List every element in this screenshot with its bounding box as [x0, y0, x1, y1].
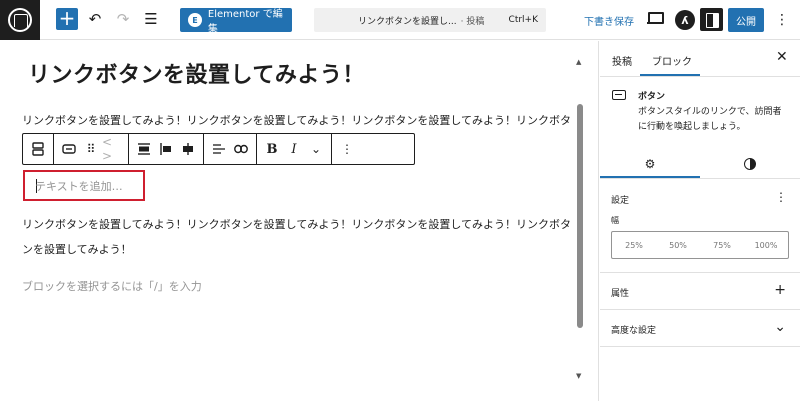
paragraph-block[interactable]: リンクボタンを設置してみよう！リンクボタンを設置してみよう！リンクボタンを設置し…	[22, 108, 572, 133]
jetpack-icon[interactable]: ʎ	[675, 10, 695, 30]
block-card-title: ボタン	[638, 92, 666, 102]
block-card-description: ボタンスタイルのリンクで、訪問者に行動を喚起しましょう。	[638, 107, 782, 132]
elementor-edit-label: Elementor で編集	[207, 9, 283, 35]
chevron-down-icon: ⌄	[774, 319, 786, 335]
tab-block[interactable]: ブロック	[652, 53, 692, 68]
active-tab-indicator	[640, 74, 700, 76]
link-icon[interactable]	[230, 138, 252, 160]
align-center-icon[interactable]	[133, 138, 155, 160]
width-option-50[interactable]: 50%	[656, 232, 700, 258]
width-option-75[interactable]: 75%	[700, 232, 744, 258]
width-toggle-group: 25% 50% 75% 100%	[611, 231, 789, 259]
italic-label: I	[291, 141, 297, 157]
drag-handle-icon[interactable]: ⠿	[80, 138, 102, 160]
plus-icon: +	[774, 282, 786, 298]
command-palette-bar[interactable]: リンクボタンを設置し... · 投稿 Ctrl+K	[314, 8, 546, 32]
move-arrows-icon[interactable]: < >	[102, 135, 124, 163]
list-view-icon[interactable]: ☰	[141, 9, 161, 29]
block-appender-hint[interactable]: ブロックを選択するには「/」を入力	[22, 278, 202, 294]
editor-canvas: リンクボタンを設置してみよう！ リンクボタンを設置してみよう！リンクボタンを設置…	[0, 41, 599, 401]
editor-topbar: + ↶ ↷ ☰ E Elementor で編集 リンクボタンを設置し... · …	[0, 0, 800, 40]
bold-label: B	[266, 141, 278, 157]
command-bar-type: · 投稿	[460, 16, 485, 27]
elementor-edit-button[interactable]: E Elementor で編集	[180, 8, 292, 35]
post-title[interactable]: リンクボタンを設置してみよう！	[28, 57, 365, 89]
site-logo-icon[interactable]	[0, 0, 40, 40]
toolbar-group-align	[129, 134, 204, 164]
width-label: 幅	[611, 216, 619, 225]
scrollbar-thumb[interactable]	[577, 104, 583, 328]
tab-styles[interactable]	[700, 148, 800, 179]
settings-panel-title: 設定	[611, 196, 630, 206]
tab-post[interactable]: 投稿	[612, 53, 632, 68]
tab-settings[interactable]: ⚙	[600, 148, 700, 179]
attributes-label: 属性	[611, 289, 630, 299]
add-block-button[interactable]: +	[56, 8, 78, 30]
more-formats-chevron-icon[interactable]: ⌄	[305, 138, 327, 160]
sidebar-tabs: 投稿 ブロック ✕	[600, 41, 800, 77]
advanced-panel-toggle[interactable]: 高度な設定 ⌄	[600, 310, 800, 347]
active-subtab-indicator	[600, 176, 700, 178]
undo-icon[interactable]: ↶	[85, 9, 105, 29]
attributes-panel-toggle[interactable]: 属性 +	[600, 273, 800, 310]
scroll-up-icon[interactable]: ▲	[576, 58, 581, 66]
button-placeholder: テキストを追加…	[35, 180, 123, 193]
elementor-icon: E	[188, 13, 202, 27]
scroll-down-icon[interactable]: ▼	[576, 372, 581, 380]
gear-icon: ⚙	[644, 156, 656, 171]
close-sidebar-icon[interactable]: ✕	[776, 49, 788, 65]
toolbar-group-parent	[23, 134, 54, 164]
italic-button[interactable]: I	[283, 138, 305, 160]
styles-contrast-icon	[744, 157, 756, 170]
width-option-25[interactable]: 25%	[612, 232, 656, 258]
justify-center-icon[interactable]	[177, 138, 199, 160]
width-option-100[interactable]: 100%	[744, 232, 788, 258]
toolbar-group-options: ⋮	[332, 134, 362, 164]
save-draft-button[interactable]: 下書き保存	[584, 13, 634, 28]
button-block-icon[interactable]	[58, 138, 80, 160]
toolbar-group-block: ⠿ < >	[54, 134, 129, 164]
settings-more-icon[interactable]: ⋮	[775, 190, 787, 204]
redo-icon[interactable]: ↷	[113, 9, 133, 29]
settings-panel: 設定 ⋮ 幅 25% 50% 75% 100%	[600, 180, 800, 273]
paragraph-block[interactable]: リンクボタンを設置してみよう！リンクボタンを設置してみよう！リンクボタンを設置し…	[22, 212, 572, 262]
select-parent-buttons-icon[interactable]	[27, 138, 49, 160]
button-text-input[interactable]: テキストを追加…	[23, 170, 145, 201]
advanced-label: 高度な設定	[611, 326, 657, 336]
settings-sidebar: 投稿 ブロック ✕ ボタン ボタンスタイルのリンクで、訪問者に行動を喚起しましょ…	[600, 41, 800, 401]
settings-sidebar-toggle-icon[interactable]	[700, 8, 723, 31]
options-more-icon[interactable]: ⋮	[774, 10, 790, 30]
toolbar-group-format: B I ⌄	[257, 134, 332, 164]
inspector-subtabs: ⚙	[600, 148, 800, 179]
justify-left-icon[interactable]	[155, 138, 177, 160]
bold-button[interactable]: B	[261, 138, 283, 160]
command-bar-shortcut: Ctrl+K	[508, 15, 538, 25]
button-block-icon	[612, 90, 626, 100]
block-toolbar: ⠿ < > B I ⌄ ⋮	[22, 133, 415, 165]
text-align-icon[interactable]	[208, 138, 230, 160]
preview-icon[interactable]	[647, 11, 664, 25]
publish-button[interactable]: 公開	[728, 8, 764, 32]
toolbar-group-text	[204, 134, 257, 164]
command-bar-title: リンクボタンを設置し...	[358, 16, 457, 27]
block-options-more-icon[interactable]: ⋮	[336, 138, 358, 160]
